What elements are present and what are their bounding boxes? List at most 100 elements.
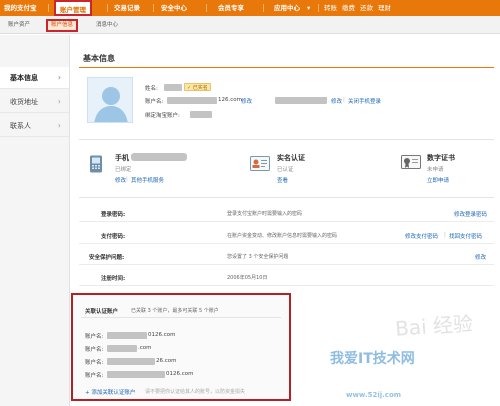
view-realname-link[interactable]: 查看 [277,176,288,184]
linked-account-redacted [107,371,165,378]
nav-separator [263,4,264,12]
cert-card-title: 数字证书 [427,154,455,162]
pay-password-desc: 在账户资金变动、修改账户信息时需要输入的密码 [227,233,338,239]
apply-cert-link[interactable]: 立即申请 [427,176,449,184]
cert-status: 未申请 [427,167,444,173]
verified-badge: ✓ 已实名 [184,83,211,91]
chevron-right-icon: › [57,121,61,130]
realname-card-title: 实名认证 [277,154,305,162]
linked-account-label: 账户名: [85,347,104,353]
sidebar-item-basic-info[interactable]: 基本信息 › [0,67,69,89]
linked-account-label: 账户名: [85,373,104,379]
nav-security-center[interactable]: 安全中心 [161,0,187,16]
linked-title: 关联认证账户 [85,309,119,315]
page-title: 基本信息 [83,54,115,63]
nav-separator [107,4,108,12]
sidebar-item-label: 基本信息 [10,74,38,82]
row-divider [79,264,494,265]
linked-desc: 已关联 3 个账户，最多可关联 5 个账户 [131,308,219,314]
sidebar-item-contacts[interactable]: 联系人 › [0,115,69,137]
register-time-value: 2006年05月10日 [227,275,268,281]
modify-account-link[interactable]: 修改 [241,97,252,105]
user-silhouette-icon [88,78,132,122]
site-url-watermark: www.52ij.com [346,391,402,399]
baidu-watermark: Bai 经验 [394,311,474,341]
phone-redacted [275,97,327,104]
name-redacted [164,84,182,91]
nav-app-center[interactable]: 应用中心 [274,0,300,16]
realname-status: 已认证 [277,167,294,173]
linked-account-suffix: 0126.com [148,332,176,338]
modify-security-question-link[interactable]: 修改 [475,253,486,261]
login-password-label: 登录密码: [101,212,126,218]
top-navigation: 我的支付宝 账户管理 交易记录 安全中心 会员专享 应用中心 ▾ 转账 缴费 还… [0,0,500,16]
nav-member[interactable]: 会员专享 [218,0,244,16]
main-content: 基本信息 姓名: ✓ 已实名 账户名: 126.com 修改 修改 | 关闭手机… [71,35,494,406]
linked-note: 请不要把你认证给其人的账号，以防资金损失 [145,389,246,395]
chevron-right-icon: › [57,97,61,106]
nav-repay[interactable]: 还款 [360,0,373,16]
account-redacted [167,97,217,104]
pay-password-label: 支付密码: [101,234,126,240]
nav-finance[interactable]: 理财 [378,0,391,16]
linked-account-redacted [107,345,137,352]
nav-transactions[interactable]: 交易记录 [114,0,140,16]
sub-navigation: 账户资产 账户信息 消息中心 [0,16,500,34]
nav-my-alipay[interactable]: 我的支付宝 [4,0,37,16]
sidebar-item-address[interactable]: 收货地址 › [0,91,69,113]
account-suffix: 126.com [218,97,242,103]
nav-bills[interactable]: 缴费 [342,0,355,16]
linked-account-label: 账户名: [85,334,104,340]
section-divider [79,139,494,140]
register-time-label: 注册时间: [101,276,126,282]
site-watermark: 我爱IT技术网 [330,351,415,367]
id-card-icon [250,156,270,173]
security-question-label: 安全保护问题: [89,255,125,261]
modify-phone-card-link[interactable]: 修改 [115,176,126,184]
avatar[interactable] [87,77,133,123]
linked-account-redacted [107,332,147,339]
modify-pay-password-link[interactable]: 修改支付密码 [405,232,438,240]
chevron-down-icon[interactable]: ▾ [307,0,310,16]
modify-login-password-link[interactable]: 修改登录密码 [454,210,487,218]
nav-separator [206,4,207,12]
subnav-account-info[interactable]: 账户信息 [46,19,79,32]
link-separator: | [126,176,128,182]
modify-phone-link[interactable]: 修改 [331,97,342,105]
row-divider [79,221,494,222]
add-linked-account-link[interactable]: + 添加关联认证账户 [85,388,135,396]
section-divider [79,197,494,198]
row-divider [79,285,494,286]
nav-separator [318,4,319,12]
other-phone-services-link[interactable]: 其他手机服务 [131,176,164,184]
linked-account-suffix: .com [138,345,152,351]
name-label: 姓名: [145,86,158,92]
taobao-redacted [190,111,212,118]
row-divider [79,243,494,244]
sidebar-item-label: 联系人 [10,122,31,130]
subnav-message-center[interactable]: 消息中心 [96,20,118,31]
linked-accounts-panel: 关联认证账户 已关联 3 个账户，最多可关联 5 个账户 账户名: 0126.c… [71,293,291,401]
nav-account-management[interactable]: 账户管理 [54,0,92,16]
nav-separator [48,4,49,12]
chevron-right-icon: › [57,73,61,82]
linked-account-suffix: 0126.com [166,371,194,377]
link-separator: | [444,232,446,238]
certificate-icon [401,155,421,173]
recover-pay-password-link[interactable]: 找回支付密码 [449,232,482,240]
phone-icon [89,155,103,175]
close-phone-login-link[interactable]: 关闭手机登录 [348,97,381,105]
nav-separator [153,4,154,12]
link-separator: | [343,97,345,103]
account-label: 账户名: [145,99,164,105]
phone-card-title: 手机 [115,154,129,162]
title-divider [79,67,494,68]
nav-transfer[interactable]: 转账 [324,0,337,16]
phone-status: 已绑定 [115,167,132,173]
subnav-account-assets[interactable]: 账户资产 [8,20,30,31]
sidebar-item-label: 收货地址 [10,98,38,106]
linked-account-redacted [107,358,155,365]
phone-number-redacted [131,153,187,161]
linked-account-label: 账户名: [85,360,104,366]
sidebar: 基本信息 › 收货地址 › 联系人 › [0,35,70,406]
